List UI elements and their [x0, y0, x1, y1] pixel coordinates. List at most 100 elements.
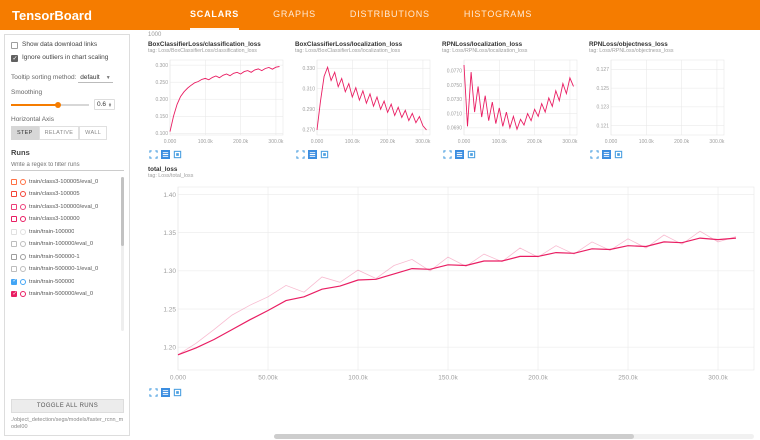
fit-domain-icon[interactable] — [173, 150, 182, 159]
run-row[interactable]: train/train-500000-1 — [11, 250, 118, 263]
axis-step-button[interactable]: STEP — [11, 126, 39, 140]
runs-regex-input[interactable] — [11, 160, 124, 171]
step-indicator: 1000 — [148, 32, 756, 38]
tab-graphs[interactable]: GRAPHS — [273, 0, 316, 30]
line-chart-rpn-localization-loss[interactable]: 0.06900.07100.07300.07500.07700.000100.0… — [442, 56, 582, 148]
smoothing-slider[interactable] — [11, 101, 89, 109]
svg-text:200.0k: 200.0k — [380, 139, 396, 145]
run-checkbox[interactable] — [11, 204, 17, 210]
expand-icon[interactable] — [149, 150, 158, 159]
show-download-links-row[interactable]: Show data download links — [11, 41, 124, 49]
runs-section: Runs train/class3-100005/eval_0 train/cl… — [11, 148, 124, 431]
run-isolator-icon[interactable] — [20, 254, 26, 260]
run-row[interactable]: train/train-100000 — [11, 225, 118, 238]
run-checkbox[interactable] — [11, 291, 17, 297]
run-row[interactable]: train/class3-100000 — [11, 213, 118, 226]
checkbox-checked-icon[interactable] — [11, 55, 18, 62]
run-isolator-icon[interactable] — [20, 179, 26, 185]
run-table-icon[interactable] — [308, 150, 317, 159]
ignore-outliers-row[interactable]: Ignore outliers in chart scaling — [11, 54, 124, 62]
runs-title: Runs — [11, 148, 124, 157]
chart-tools — [589, 148, 729, 159]
tab-distributions[interactable]: DISTRIBUTIONS — [350, 0, 430, 30]
run-row[interactable]: train/class3-100005/eval_0 — [11, 175, 118, 188]
svg-text:150.0k: 150.0k — [438, 375, 458, 382]
chart-tools — [442, 148, 582, 159]
checkbox-unchecked-icon[interactable] — [11, 42, 18, 49]
svg-text:0.330: 0.330 — [302, 66, 315, 72]
fit-domain-icon[interactable] — [173, 388, 182, 397]
tooltip-sort-section: Tooltip sorting method: default ▼ — [11, 73, 124, 83]
run-checkbox[interactable] — [11, 279, 17, 285]
horizontal-scrollbar[interactable] — [274, 434, 754, 439]
run-checkbox[interactable] — [11, 229, 17, 235]
svg-text:0.200: 0.200 — [155, 97, 168, 103]
run-checkbox[interactable] — [11, 216, 17, 222]
fit-domain-icon[interactable] — [320, 150, 329, 159]
slider-fill — [11, 104, 58, 106]
svg-text:200.0k: 200.0k — [233, 139, 249, 145]
chart-title: total_loss — [148, 166, 756, 173]
runs-scrollbar-thumb[interactable] — [121, 177, 124, 246]
run-table-icon[interactable] — [602, 150, 611, 159]
run-isolator-icon[interactable] — [20, 291, 26, 297]
horizontal-scrollbar-thumb[interactable] — [274, 434, 634, 439]
run-row[interactable]: train/train-500000-1/eval_0 — [11, 263, 118, 276]
line-chart-localization-loss[interactable]: 0.2700.2900.3100.3300.000100.0k200.0k300… — [295, 56, 435, 148]
run-row[interactable]: train/train-100000/eval_0 — [11, 238, 118, 251]
run-checkbox[interactable] — [11, 254, 17, 260]
run-checkbox[interactable] — [11, 241, 17, 247]
svg-text:0.000: 0.000 — [458, 139, 471, 145]
axis-wall-button[interactable]: WALL — [79, 126, 107, 140]
line-chart-total-loss[interactable]: 1.201.251.301.351.400.00050.00k100.0k150… — [148, 181, 760, 386]
svg-text:0.250: 0.250 — [155, 80, 168, 86]
tab-scalars[interactable]: SCALARS — [190, 0, 239, 30]
run-isolator-icon[interactable] — [20, 266, 26, 272]
spinner-icon[interactable]: ▲▼ — [108, 103, 112, 107]
run-row[interactable]: train/train-500000/eval_0 — [11, 288, 118, 301]
run-row[interactable]: train/class3-100000/eval_0 — [11, 200, 118, 213]
tooltip-sort-dropdown[interactable]: default ▼ — [78, 73, 112, 83]
run-checkbox[interactable] — [11, 191, 17, 197]
run-row[interactable]: train/train-500000 — [11, 275, 118, 288]
run-row[interactable]: train/class3-100005 — [11, 188, 118, 201]
run-table-icon[interactable] — [455, 150, 464, 159]
run-isolator-icon[interactable] — [20, 241, 26, 247]
chart-tag: tag: Loss/RPNLoss/localization_loss — [442, 48, 582, 54]
runs-scrollbar[interactable] — [121, 177, 124, 331]
fit-domain-icon[interactable] — [467, 150, 476, 159]
svg-text:0.123: 0.123 — [596, 105, 609, 111]
svg-text:100.0k: 100.0k — [198, 139, 214, 145]
run-checkbox[interactable] — [11, 179, 17, 185]
svg-text:250.0k: 250.0k — [618, 375, 638, 382]
svg-text:300.0k: 300.0k — [415, 139, 431, 145]
svg-text:300.0k: 300.0k — [709, 139, 725, 145]
run-isolator-icon[interactable] — [20, 204, 26, 210]
axis-relative-button[interactable]: RELATIVE — [39, 126, 80, 140]
line-chart-classification-loss[interactable]: 0.1000.1500.2000.2500.3000.000100.0k200.… — [148, 56, 288, 148]
run-isolator-icon[interactable] — [20, 229, 26, 235]
smoothing-knob[interactable] — [55, 102, 61, 108]
run-isolator-icon[interactable] — [20, 191, 26, 197]
chart-tag: tag: Loss/RPNLoss/objectness_loss — [589, 48, 729, 54]
app-header: TensorBoard SCALARS GRAPHS DISTRIBUTIONS… — [0, 0, 760, 30]
smoothing-value[interactable]: 0.6 ▲▼ — [94, 99, 115, 110]
show-download-links-label: Show data download links — [22, 41, 97, 49]
expand-icon[interactable] — [149, 388, 158, 397]
run-label: train/class3-100005 — [29, 191, 80, 197]
run-table-icon[interactable] — [161, 150, 170, 159]
tab-histograms[interactable]: HISTOGRAMS — [464, 0, 532, 30]
expand-icon[interactable] — [443, 150, 452, 159]
expand-icon[interactable] — [590, 150, 599, 159]
expand-icon[interactable] — [296, 150, 305, 159]
fit-domain-icon[interactable] — [614, 150, 623, 159]
run-table-icon[interactable] — [161, 388, 170, 397]
scalar-charts-row: BoxClassifierLoss/classification_loss ta… — [148, 41, 756, 159]
toggle-all-runs-button[interactable]: TOGGLE ALL RUNS — [11, 399, 124, 413]
svg-text:0.0690: 0.0690 — [447, 126, 463, 132]
tooltip-sort-value: default — [80, 74, 100, 81]
run-isolator-icon[interactable] — [20, 279, 26, 285]
line-chart-objectness-loss[interactable]: 0.1210.1230.1250.1270.000100.0k200.0k300… — [589, 56, 729, 148]
run-isolator-icon[interactable] — [20, 216, 26, 222]
run-checkbox[interactable] — [11, 266, 17, 272]
